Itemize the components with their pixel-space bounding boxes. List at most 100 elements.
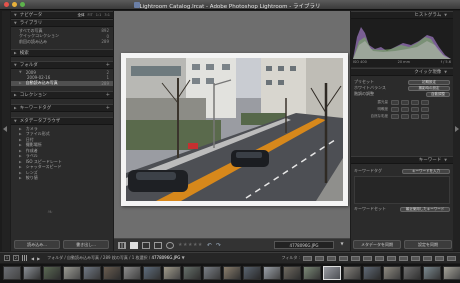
increase-button[interactable] <box>411 100 419 105</box>
auto-tone-button[interactable]: 自動調整 <box>426 91 450 97</box>
grid-icon[interactable] <box>22 255 28 261</box>
add-collection-icon[interactable]: + <box>106 92 110 98</box>
collections-header[interactable]: ▶ コレクション + <box>11 91 113 99</box>
zoom-option[interactable]: FIT <box>88 13 93 18</box>
preset-dropdown[interactable]: 初期設定 <box>408 79 450 85</box>
collapse-left-arrow-icon[interactable] <box>3 126 7 132</box>
filmstrip-thumbnail[interactable] <box>3 266 21 280</box>
filmstrip-thumbnail[interactable] <box>283 266 301 280</box>
metadata-row[interactable]: ▶ 絞り値 <box>11 175 113 182</box>
filmstrip-thumbnail[interactable] <box>23 266 41 280</box>
left-panel-edge[interactable] <box>2 11 10 251</box>
catalog-row[interactable]: 前回の読み込み 289 <box>11 39 113 45</box>
zoom-option[interactable]: 全体 <box>78 13 85 18</box>
filmstrip-thumbnail[interactable] <box>83 266 101 280</box>
disclosure-icon[interactable]: ▼ <box>19 70 22 74</box>
increase-more-button[interactable] <box>421 114 429 119</box>
folder-row-selected[interactable]: ▶ 自動読み込み写真 289 <box>11 80 113 86</box>
filter-thumb[interactable] <box>423 255 432 261</box>
filmstrip-thumbnail[interactable] <box>163 266 181 280</box>
decrease-button[interactable] <box>401 100 409 105</box>
filmstrip-thumbnail-selected[interactable] <box>323 266 341 280</box>
painter-icon[interactable] <box>166 241 174 249</box>
decrease-button[interactable] <box>401 107 409 112</box>
filmstrip-thumbnail[interactable] <box>423 266 441 280</box>
filmstrip-thumbnail[interactable] <box>363 266 381 280</box>
filmstrip-thumbnail[interactable] <box>183 266 201 280</box>
filter-thumb[interactable] <box>375 255 384 261</box>
filmstrip-thumbnail[interactable] <box>123 266 141 280</box>
page-two-button[interactable]: 2 <box>13 255 19 261</box>
decrease-more-button[interactable] <box>391 114 399 119</box>
filter-thumb[interactable] <box>363 255 372 261</box>
filmstrip-thumbnail[interactable] <box>223 266 241 280</box>
filename-field[interactable]: 4778096G.JPG <box>274 241 334 249</box>
folders-header[interactable]: ▼ フォルダ + <box>11 60 113 69</box>
increase-button[interactable] <box>411 107 419 112</box>
filter-thumb[interactable] <box>387 255 396 261</box>
add-folder-icon[interactable]: + <box>106 62 110 68</box>
filter-thumb[interactable] <box>315 255 324 261</box>
zoom-option[interactable]: 1:1 <box>96 13 102 18</box>
keywords-header[interactable]: キーワード ▼ <box>351 156 453 164</box>
export-button[interactable]: 書き出し... <box>63 240 109 249</box>
filter-thumb[interactable] <box>303 255 312 261</box>
filter-thumb[interactable] <box>399 255 408 261</box>
filmstrip-thumbnail[interactable] <box>203 266 221 280</box>
import-button[interactable]: 読み込み... <box>14 240 60 249</box>
rotate-right-icon[interactable]: ↷ <box>216 242 221 249</box>
filter-thumb[interactable] <box>411 255 420 261</box>
filmstrip-thumbnail[interactable] <box>403 266 421 280</box>
zoom-option[interactable]: 3:1 <box>104 13 110 18</box>
histogram-header[interactable]: ヒストグラム ▼ <box>351 11 453 19</box>
filmstrip-thumbnail[interactable] <box>343 266 361 280</box>
filmstrip-thumbnail[interactable] <box>63 266 81 280</box>
decrease-more-button[interactable] <box>391 100 399 105</box>
loupe-view-icon[interactable] <box>130 241 138 249</box>
quick-develop-header[interactable]: クイック現像 ▼ <box>351 68 453 76</box>
filmstrip-thumbnail[interactable] <box>243 266 261 280</box>
survey-view-icon[interactable] <box>154 241 162 249</box>
filmstrip-thumbnail[interactable] <box>43 266 61 280</box>
filmstrip-thumbnail[interactable] <box>443 266 460 280</box>
navigator-header[interactable]: ▼ ナビゲータ 全体 FIT 1:1 3:1 <box>11 11 113 19</box>
catalog-header[interactable]: ▼ ライブラリ <box>11 19 113 27</box>
page-one-button[interactable]: 1 <box>4 255 10 261</box>
filmstrip-thumbnail[interactable] <box>383 266 401 280</box>
keyword-tags-header[interactable]: ▶ キーワードタグ + <box>11 104 113 112</box>
filmstrip-thumbnail[interactable] <box>143 266 161 280</box>
filmstrip-thumbnail[interactable] <box>103 266 121 280</box>
decrease-more-button[interactable] <box>391 107 399 112</box>
filter-thumb[interactable] <box>435 255 444 261</box>
grid-view-icon[interactable] <box>118 241 126 249</box>
keyword-tags-input[interactable]: キーワードを入力 <box>402 168 450 174</box>
metadata-browser-header[interactable]: ▼ メタデータブラウザ <box>11 117 113 125</box>
keyword-set-dropdown[interactable]: 最近使用したキーワード <box>400 206 450 212</box>
path-chevron-down-icon[interactable]: ▼ <box>182 255 185 260</box>
right-panel-edge[interactable] <box>453 11 460 251</box>
sync-settings-button[interactable]: 設定を同期 <box>404 240 452 249</box>
increase-more-button[interactable] <box>421 100 429 105</box>
filter-thumb[interactable] <box>339 255 348 261</box>
increase-more-button[interactable] <box>421 107 429 112</box>
add-keyword-icon[interactable]: + <box>106 105 110 111</box>
sync-metadata-button[interactable]: メタデータを同期 <box>353 240 401 249</box>
find-header[interactable]: ▶ 検索 <box>11 48 113 57</box>
filmstrip-thumbnail[interactable] <box>303 266 321 280</box>
forward-arrow-icon[interactable]: ▶ <box>37 256 40 261</box>
keyword-text-area[interactable] <box>354 176 450 204</box>
white-balance-dropdown[interactable]: 撮影時の設定 <box>408 85 450 91</box>
collapse-right-arrow-icon[interactable] <box>455 126 459 132</box>
decrease-button[interactable] <box>401 114 409 119</box>
filter-thumb[interactable] <box>327 255 336 261</box>
disclosure-icon[interactable]: ▶ <box>19 81 22 85</box>
main-photo[interactable] <box>121 53 348 206</box>
increase-button[interactable] <box>411 114 419 119</box>
toolbar-menu-chevron-down-icon[interactable]: ▼ <box>338 241 346 249</box>
back-arrow-icon[interactable]: ◀ <box>31 256 34 261</box>
filter-thumb[interactable] <box>447 255 456 261</box>
compare-view-icon[interactable] <box>142 241 150 249</box>
filter-thumb[interactable] <box>351 255 360 261</box>
filmstrip-thumbnail[interactable] <box>263 266 281 280</box>
filmstrip[interactable] <box>0 264 460 283</box>
